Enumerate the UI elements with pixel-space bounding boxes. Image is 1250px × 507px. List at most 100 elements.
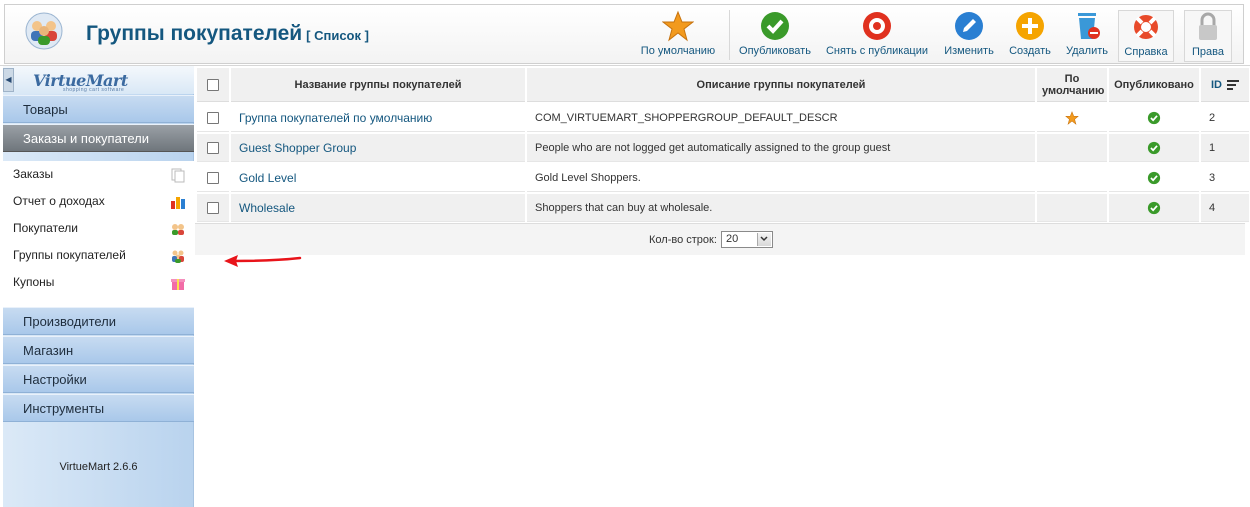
- group-name-link[interactable]: Группа покупателей по умолчанию: [239, 111, 432, 125]
- published-check-icon[interactable]: [1147, 141, 1161, 155]
- table-row: Guest Shopper Group People who are not l…: [197, 134, 1249, 162]
- column-header-default-label: По умолчанию: [1042, 72, 1105, 97]
- published-cell: [1109, 104, 1199, 132]
- group-name-cell: Guest Shopper Group: [231, 134, 525, 162]
- sidebar-section-tools[interactable]: Инструменты: [3, 394, 194, 422]
- sidebar-section-manufacturers[interactable]: Производители: [3, 307, 194, 335]
- users-icon: [172, 224, 184, 235]
- published-check-icon[interactable]: [1147, 111, 1161, 125]
- column-header-description[interactable]: Описание группы покупателей: [527, 68, 1035, 102]
- publish-button-label: Опубликовать: [739, 45, 811, 57]
- edit-button-label: Изменить: [944, 45, 994, 57]
- table-row: Группа покупателей по умолчанию COM_VIRT…: [197, 104, 1249, 132]
- sidebar-item-label: Группы покупателей: [13, 248, 126, 262]
- default-star-icon[interactable]: [1065, 110, 1079, 125]
- rows-per-page-select[interactable]: 20: [721, 231, 773, 248]
- row-checkbox[interactable]: [207, 201, 219, 214]
- column-header-default[interactable]: По умолчанию: [1037, 68, 1107, 102]
- chevron-down-icon: [757, 233, 771, 246]
- group-description-cell: COM_VIRTUEMART_SHOPPERGROUP_DEFAULT_DESC…: [527, 104, 1035, 132]
- group-id-cell: 3: [1201, 164, 1249, 192]
- sidebar-item-shoppers[interactable]: Покупатели: [3, 215, 194, 242]
- annotation-arrow-icon: [224, 255, 302, 267]
- help-button-label: Справка: [1124, 46, 1168, 58]
- default-button[interactable]: По умолчанию: [640, 10, 716, 62]
- star-icon: [662, 10, 694, 42]
- publish-button[interactable]: Опубликовать: [736, 10, 814, 62]
- page-subtitle: [ Список ]: [306, 28, 369, 43]
- toolbar-separator: [729, 10, 730, 60]
- virtuemart-logo-area: ◀ VirtueMart shopping cart software: [3, 66, 194, 94]
- sidebar-section-products[interactable]: Товары: [3, 95, 194, 123]
- main-content: Название группы покупателей Описание гру…: [195, 66, 1249, 507]
- sidebar-item-orders[interactable]: Заказы: [3, 161, 194, 188]
- help-button[interactable]: Справка: [1118, 10, 1174, 62]
- column-header-name[interactable]: Название группы покупателей: [231, 68, 525, 102]
- pencil-icon: [955, 12, 983, 40]
- group-description-cell: Shoppers that can buy at wholesale.: [527, 194, 1035, 222]
- virtuemart-logo-tagline: shopping cart software: [63, 87, 125, 93]
- sidebar-item-label: Купоны: [13, 275, 55, 289]
- group-name-link[interactable]: Gold Level: [239, 171, 296, 185]
- row-select-cell: [197, 104, 229, 132]
- default-cell: [1037, 134, 1107, 162]
- default-button-label: По умолчанию: [640, 45, 716, 57]
- sidebar-item-label: Заказы: [13, 167, 54, 181]
- sidebar-item-label: Отчет о доходах: [13, 194, 105, 208]
- virtuemart-version: VirtueMart 2.6.6: [59, 461, 138, 473]
- sidebar-collapse-handle[interactable]: ◀: [3, 68, 14, 92]
- column-header-id-label: ID: [1210, 78, 1222, 91]
- page-title: Группы покупателей[ Список ]: [86, 22, 369, 46]
- column-header-id[interactable]: ID: [1201, 68, 1249, 102]
- unpublish-circle-icon: [863, 12, 891, 40]
- sidebar-item-coupons[interactable]: Купоны: [3, 269, 194, 296]
- toolbar-header: Группы покупателей[ Список ] По умолчани…: [0, 0, 1250, 66]
- table-row: Wholesale Shoppers that can buy at whole…: [197, 194, 1249, 222]
- row-select-cell: [197, 164, 229, 192]
- column-header-published[interactable]: Опубликовано: [1109, 68, 1199, 102]
- sidebar-item-label: Покупатели: [13, 221, 78, 235]
- sidebar-section-settings[interactable]: Настройки: [3, 365, 194, 393]
- pagination-bar: Кол-во строк: 20: [195, 223, 1245, 255]
- shopper-groups-icon: [25, 12, 63, 50]
- sidebar-item-revenue-report[interactable]: Отчет о доходах: [3, 188, 194, 215]
- unpublish-button[interactable]: Снять с публикации: [824, 10, 930, 62]
- plus-icon: [1016, 12, 1044, 40]
- published-cell: [1109, 134, 1199, 162]
- sort-icon: [1227, 79, 1240, 90]
- edit-button[interactable]: Изменить: [940, 10, 998, 62]
- gift-icon: [171, 279, 185, 290]
- delete-button[interactable]: Удалить: [1062, 10, 1112, 62]
- select-all-checkbox[interactable]: [207, 78, 219, 91]
- table-row: Gold Level Gold Level Shoppers. 3: [197, 164, 1249, 192]
- published-check-icon[interactable]: [1147, 201, 1161, 215]
- default-cell: [1037, 164, 1107, 192]
- table-header-row: Название группы покупателей Описание гру…: [197, 68, 1249, 102]
- rows-per-page-label: Кол-во строк:: [649, 234, 717, 246]
- group-description-cell: Gold Level Shoppers.: [527, 164, 1035, 192]
- group-name-link[interactable]: Wholesale: [239, 201, 295, 215]
- row-select-cell: [197, 134, 229, 162]
- sidebar: ◀ VirtueMart shopping cart software Това…: [3, 66, 194, 507]
- select-all-header: [197, 68, 229, 102]
- published-cell: [1109, 194, 1199, 222]
- create-button-label: Создать: [1009, 45, 1051, 57]
- default-cell: [1037, 194, 1107, 222]
- unpublish-button-label: Снять с публикации: [825, 45, 929, 57]
- group-description-cell: People who are not logged get automatica…: [527, 134, 1035, 162]
- permissions-button[interactable]: Права: [1184, 10, 1232, 62]
- sidebar-section-store[interactable]: Магазин: [3, 336, 194, 364]
- group-id-cell: 4: [1201, 194, 1249, 222]
- create-button[interactable]: Создать: [1006, 10, 1054, 62]
- row-checkbox[interactable]: [207, 111, 219, 124]
- group-name-link[interactable]: Guest Shopper Group: [239, 141, 356, 155]
- published-check-icon[interactable]: [1147, 171, 1161, 185]
- sidebar-section-orders-shoppers[interactable]: Заказы и покупатели: [3, 124, 194, 152]
- row-checkbox[interactable]: [207, 141, 219, 154]
- row-select-cell: [197, 194, 229, 222]
- permissions-button-label: Права: [1192, 46, 1224, 58]
- row-checkbox[interactable]: [207, 171, 219, 184]
- group-id-cell: 2: [1201, 104, 1249, 132]
- delete-button-label: Удалить: [1066, 45, 1108, 57]
- sidebar-item-shopper-groups[interactable]: Группы покупателей: [3, 242, 194, 269]
